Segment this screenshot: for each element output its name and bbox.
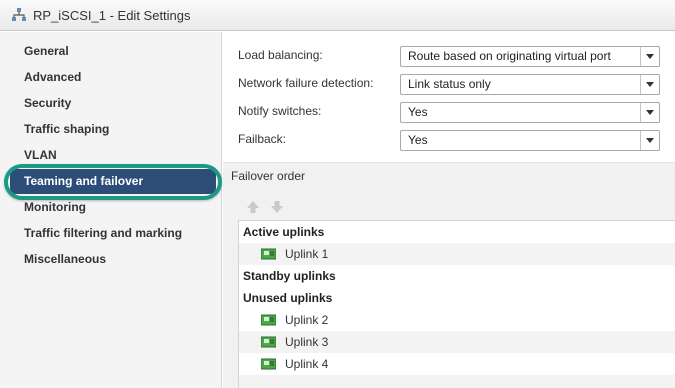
list-item-uplink-1[interactable]: Uplink 1 [239, 243, 675, 265]
sidebar-item-miscellaneous[interactable]: Miscellaneous [24, 249, 106, 269]
group-active-uplinks: Active uplinks [243, 225, 325, 239]
load-balancing-select[interactable]: Route based on originating virtual port [400, 46, 660, 67]
load-balancing-value: Route based on originating virtual port [408, 49, 611, 63]
settings-sidebar: General Advanced Security Traffic shapin… [0, 32, 222, 388]
failover-toolbar [223, 192, 675, 220]
group-unused-uplinks: Unused uplinks [243, 291, 333, 305]
list-item-uplink-2[interactable]: Uplink 2 [239, 309, 675, 331]
window-title-bar: RP_iSCSI_1 - Edit Settings [0, 0, 675, 31]
failback-select[interactable]: Yes [400, 130, 660, 151]
notify-switches-value: Yes [408, 105, 428, 119]
notify-switches-select[interactable]: Yes [400, 102, 660, 123]
uplink-label: Uplink 4 [285, 357, 329, 371]
network-failure-detection-value: Link status only [408, 77, 491, 91]
network-adapter-icon [261, 336, 276, 348]
uplink-label: Uplink 1 [285, 247, 329, 261]
sidebar-item-traffic-shaping[interactable]: Traffic shaping [24, 119, 109, 139]
chevron-down-icon[interactable] [640, 103, 659, 122]
network-adapter-icon [261, 314, 276, 326]
failover-order-header: Failover order [223, 162, 675, 192]
sidebar-item-monitoring[interactable]: Monitoring [24, 197, 86, 217]
group-standby-uplinks: Standby uplinks [243, 269, 336, 283]
network-portgroup-icon [10, 7, 27, 24]
failover-order-list: Active uplinks Uplink 1 Standby uplinks … [238, 220, 675, 388]
uplink-label: Uplink 3 [285, 335, 329, 349]
highlight-annotation [4, 164, 222, 200]
chevron-down-icon[interactable] [640, 47, 659, 66]
uplink-label: Uplink 2 [285, 313, 329, 327]
network-failure-detection-select[interactable]: Link status only [400, 74, 660, 95]
list-gutter [223, 192, 238, 388]
network-adapter-icon [261, 358, 276, 370]
network-failure-detection-label: Network failure detection: [238, 76, 374, 90]
list-filler-row [239, 375, 675, 388]
notify-switches-label: Notify switches: [238, 104, 322, 118]
failover-order-title: Failover order [231, 169, 306, 183]
arrow-up-icon[interactable] [245, 199, 261, 215]
chevron-down-icon[interactable] [640, 75, 659, 94]
sidebar-item-security[interactable]: Security [24, 93, 71, 113]
sidebar-item-traffic-filtering[interactable]: Traffic filtering and marking [24, 223, 182, 243]
failback-label: Failback: [238, 132, 287, 146]
window-title: RP_iSCSI_1 - Edit Settings [33, 7, 191, 23]
sidebar-item-vlan[interactable]: VLAN [24, 145, 57, 165]
chevron-down-icon[interactable] [640, 131, 659, 150]
load-balancing-label: Load balancing: [238, 48, 323, 62]
list-item-uplink-4[interactable]: Uplink 4 [239, 353, 675, 375]
sidebar-item-general[interactable]: General [24, 41, 69, 61]
arrow-down-icon[interactable] [269, 199, 285, 215]
list-item-uplink-3[interactable]: Uplink 3 [239, 331, 675, 353]
failback-value: Yes [408, 133, 428, 147]
sidebar-item-advanced[interactable]: Advanced [24, 67, 81, 87]
settings-content: Load balancing: Route based on originati… [223, 32, 675, 388]
network-adapter-icon [261, 248, 276, 260]
